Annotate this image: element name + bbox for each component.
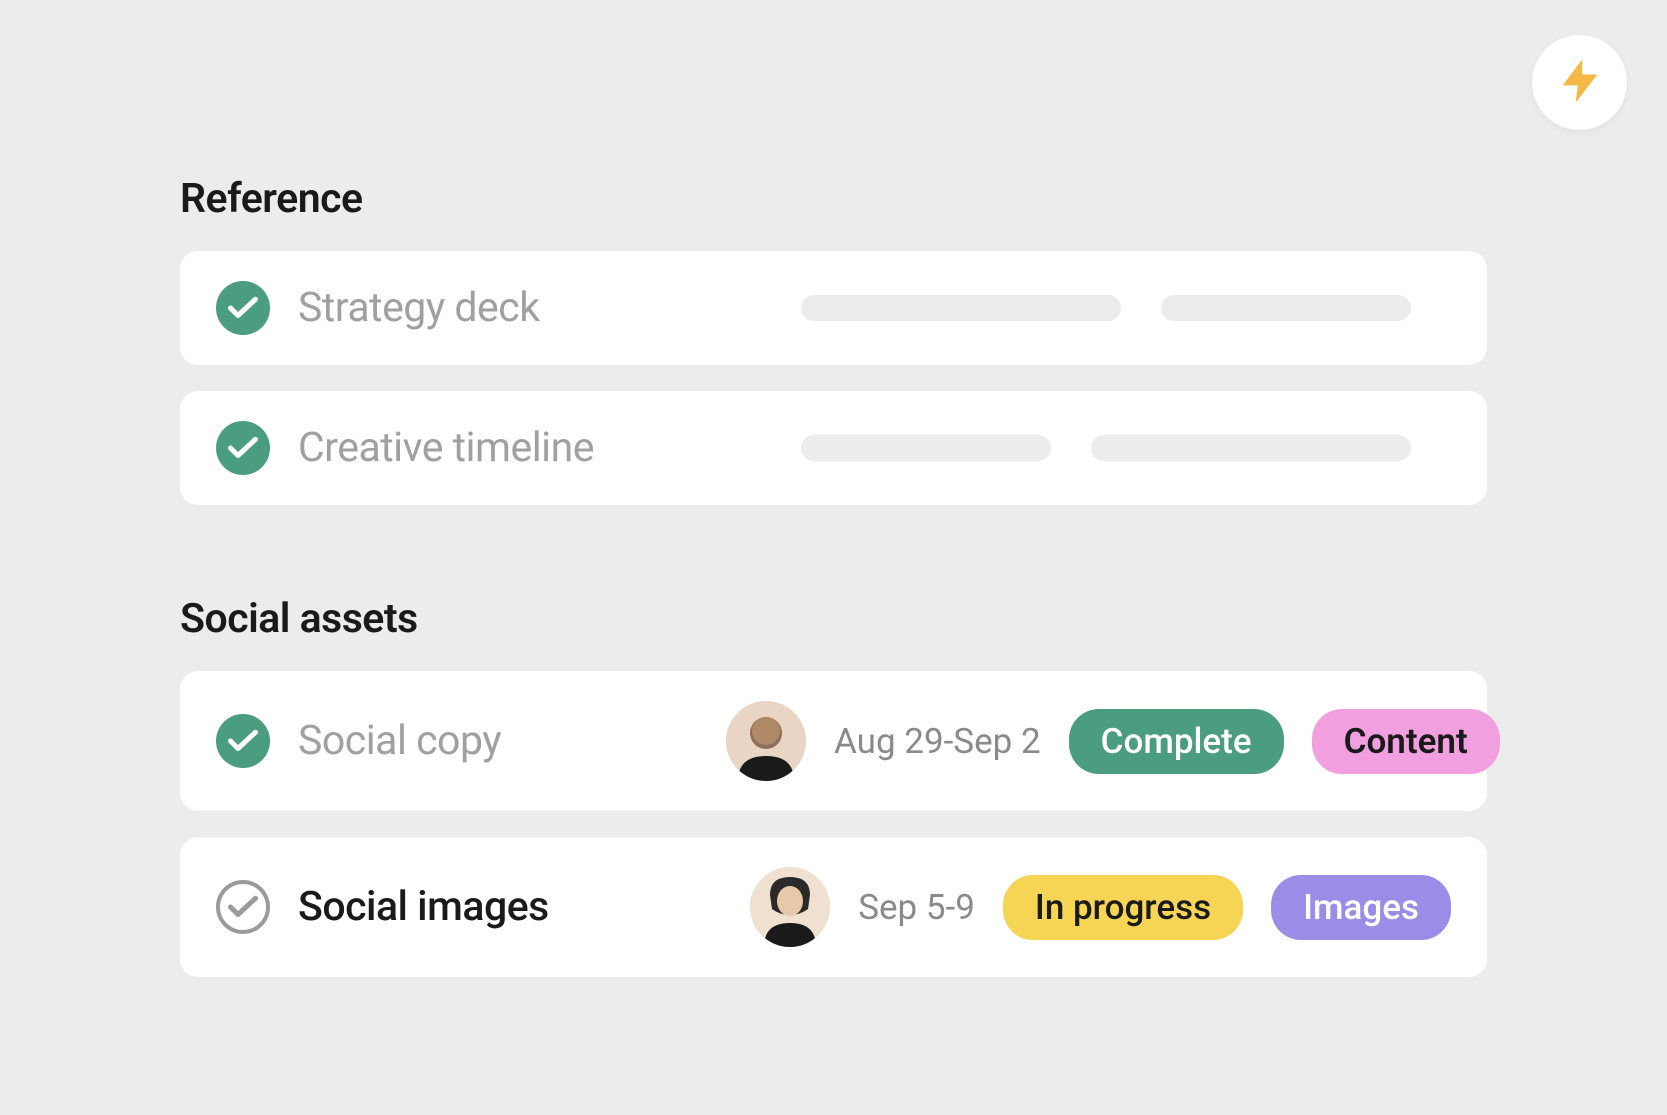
check-pending-icon[interactable] bbox=[216, 880, 270, 934]
task-title: Social copy bbox=[298, 717, 698, 765]
section-reference: Reference Strategy deck Creative timelin… bbox=[180, 175, 1487, 505]
status-pill-complete[interactable]: Complete bbox=[1069, 709, 1284, 774]
task-date-range: Aug 29-Sep 2 bbox=[834, 721, 1041, 762]
task-row[interactable]: Social images Sep 5-9 In progress Images bbox=[180, 837, 1487, 977]
section-title: Reference bbox=[180, 175, 1487, 223]
task-metadata-placeholder bbox=[801, 435, 1451, 461]
task-metadata-placeholder bbox=[801, 295, 1451, 321]
placeholder-bar bbox=[801, 295, 1121, 321]
lightning-bolt-icon bbox=[1554, 55, 1606, 111]
automation-action-button[interactable] bbox=[1532, 35, 1627, 130]
check-complete-icon[interactable] bbox=[216, 281, 270, 335]
section-title: Social assets bbox=[180, 595, 1487, 643]
task-title: Social images bbox=[298, 883, 698, 931]
tag-pill-content[interactable]: Content bbox=[1312, 709, 1500, 774]
task-title: Creative timeline bbox=[298, 424, 698, 472]
task-row[interactable]: Strategy deck bbox=[180, 251, 1487, 365]
placeholder-bar bbox=[801, 435, 1051, 461]
placeholder-bar bbox=[1091, 435, 1411, 461]
status-pill-inprogress[interactable]: In progress bbox=[1003, 875, 1243, 940]
task-row[interactable]: Social copy Aug 29-Sep 2 Complete Conten… bbox=[180, 671, 1487, 811]
assignee-avatar[interactable] bbox=[750, 867, 830, 947]
check-complete-icon[interactable] bbox=[216, 714, 270, 768]
task-date-range: Sep 5-9 bbox=[858, 887, 975, 928]
task-title: Strategy deck bbox=[298, 284, 698, 332]
placeholder-bar bbox=[1161, 295, 1411, 321]
check-complete-icon[interactable] bbox=[216, 421, 270, 475]
task-row[interactable]: Creative timeline bbox=[180, 391, 1487, 505]
tag-pill-images[interactable]: Images bbox=[1271, 875, 1451, 940]
assignee-avatar[interactable] bbox=[726, 701, 806, 781]
section-social-assets: Social assets Social copy Aug 29- bbox=[180, 595, 1487, 977]
